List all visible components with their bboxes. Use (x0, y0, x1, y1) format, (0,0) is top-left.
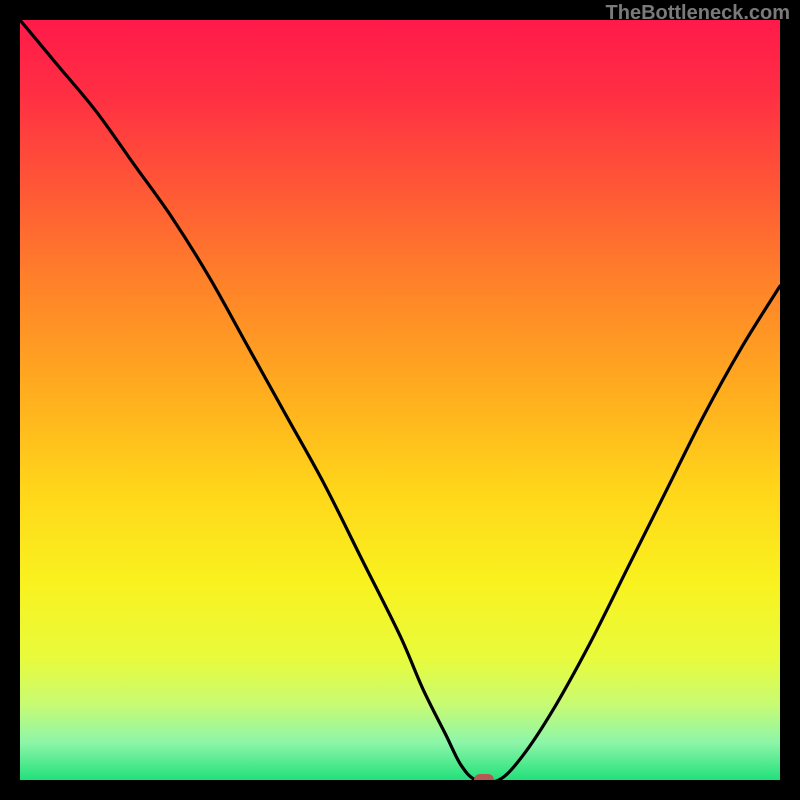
bottleneck-curve (20, 20, 780, 780)
watermark-text: TheBottleneck.com (606, 2, 790, 25)
chart-frame: TheBottleneck.com (0, 0, 800, 800)
plot-area (20, 20, 780, 780)
optimal-point-marker (474, 774, 494, 780)
